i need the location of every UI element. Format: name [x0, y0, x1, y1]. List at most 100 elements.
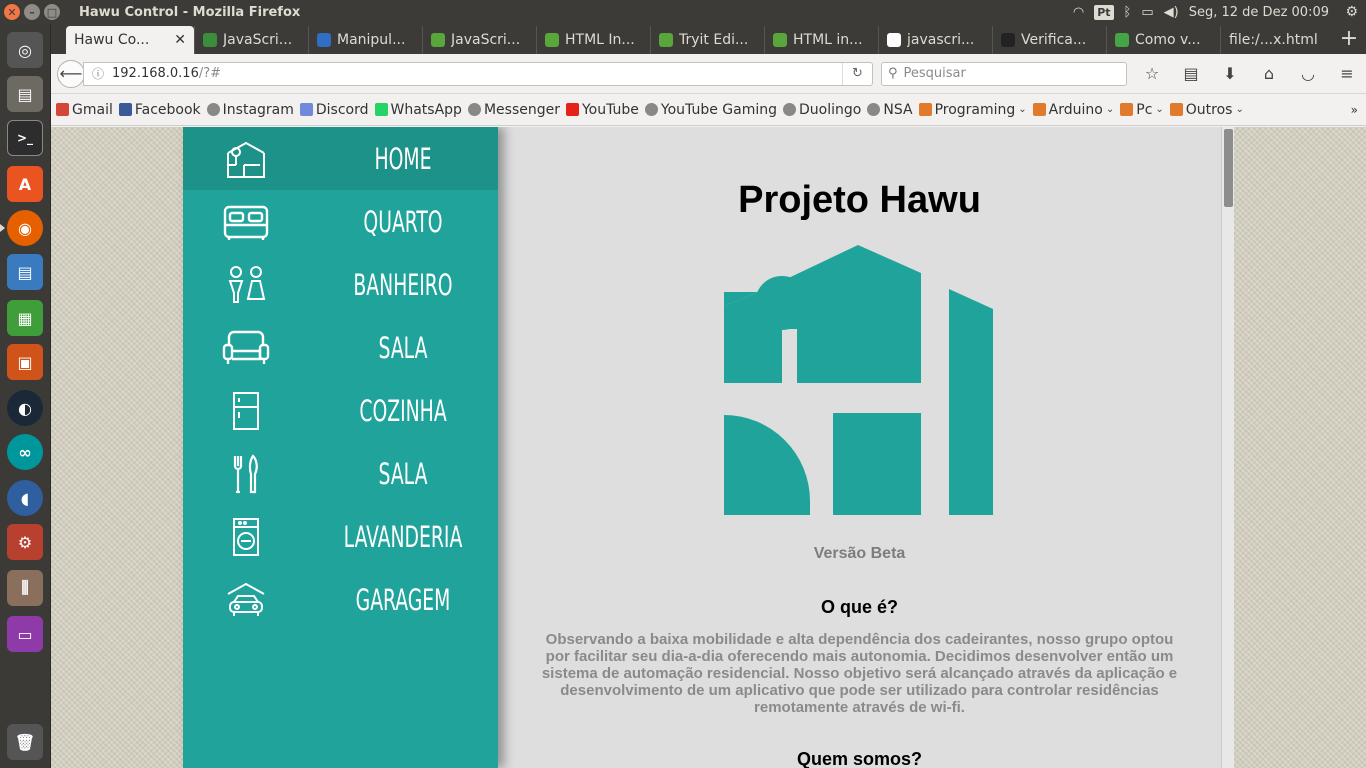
bookmark-folder[interactable]: Outros ⌄: [1169, 101, 1244, 118]
tab[interactable]: Manipul...: [308, 26, 422, 54]
bookmark-label: WhatsApp: [390, 101, 462, 118]
sidebar-item-lavanderia[interactable]: LAVANDERIA: [183, 505, 498, 568]
workspace-switcher-icon[interactable]: ▭: [7, 616, 43, 652]
keyboard-layout-indicator[interactable]: Pt: [1094, 4, 1114, 20]
tab[interactable]: file:/...x.html: [1220, 26, 1334, 54]
volume-icon[interactable]: ◀): [1164, 5, 1179, 20]
impress-icon[interactable]: ▣: [7, 344, 43, 380]
tab[interactable]: Como v...: [1106, 26, 1220, 54]
site-info-icon[interactable]: ⓘ: [92, 65, 104, 82]
tab-active[interactable]: Hawu Co... ✕: [66, 26, 194, 54]
dash-home-icon[interactable]: ◎: [7, 32, 43, 68]
window-title: Hawu Control - Mozilla Firefox: [79, 4, 301, 20]
bookmark-item[interactable]: Gmail: [56, 102, 113, 118]
bookmark-star-icon[interactable]: ☆: [1142, 64, 1162, 83]
software-center-icon[interactable]: A: [7, 166, 43, 202]
bookmark-label: Programing: [934, 101, 1016, 118]
settings-icon[interactable]: ⚙: [7, 524, 43, 560]
bookmark-label: NSA: [883, 101, 913, 118]
sidebar-item-quarto[interactable]: QUARTO: [183, 190, 498, 253]
bookmark-item[interactable]: NSA: [867, 101, 913, 118]
scrollbar-thumb[interactable]: [1224, 129, 1233, 207]
datetime-indicator[interactable]: Seg, 12 de Dez 00:09: [1189, 5, 1329, 20]
sidebar-item-label: SALA: [378, 456, 428, 491]
tab-favicon-icon: [1115, 33, 1129, 47]
menu-hamburger-icon[interactable]: ≡: [1337, 64, 1357, 83]
version-label: Versão Beta: [813, 545, 906, 562]
arduino-icon[interactable]: ∞: [7, 434, 43, 470]
fish-app-icon[interactable]: ◖: [7, 480, 43, 516]
sidebar-item-label: SALA: [378, 330, 428, 365]
search-icon: ⚲: [888, 66, 898, 81]
tab-label: file:/...x.html: [1229, 32, 1318, 48]
sidebar-item-sala[interactable]: SALA: [183, 442, 498, 505]
sofa-icon: [217, 326, 275, 370]
tab[interactable]: Verifica...: [992, 26, 1106, 54]
session-gear-icon[interactable]: ⚙: [1345, 4, 1358, 20]
tab-favicon-icon: [203, 33, 217, 47]
tab-favicon-icon: [1001, 33, 1015, 47]
tab[interactable]: JavaScri...: [194, 26, 308, 54]
bookmark-item[interactable]: WhatsApp: [374, 101, 462, 118]
sidebar-item-home[interactable]: HOME: [183, 127, 498, 190]
window-close-button[interactable]: ✕: [4, 4, 20, 20]
section-what-text: Observando a baixa mobilidade e alta dep…: [541, 631, 1178, 716]
wifi-icon[interactable]: ◠: [1073, 5, 1084, 20]
sidebar-item-banheiro[interactable]: BANHEIRO: [183, 253, 498, 316]
bookmark-label: Outros: [1185, 101, 1233, 118]
tab-close-icon[interactable]: ✕: [174, 32, 186, 48]
mixer-icon[interactable]: ⫼: [7, 570, 43, 606]
tab[interactable]: Tryit Edi...: [650, 26, 764, 54]
tab-favicon-icon: [773, 33, 787, 47]
bookmark-favicon-icon: [56, 103, 69, 116]
bookmark-folder[interactable]: Arduino ⌄: [1032, 102, 1114, 118]
bookmark-item[interactable]: Instagram: [206, 101, 294, 118]
home-button-icon[interactable]: ⌂: [1259, 64, 1279, 83]
tab-favicon-icon: [659, 33, 673, 47]
bookmark-item[interactable]: Messenger: [467, 102, 560, 118]
bookmark-item[interactable]: Discord: [299, 102, 369, 118]
reload-icon[interactable]: ↻: [842, 62, 872, 85]
tab-favicon-icon: [431, 33, 445, 47]
bookmarks-overflow-icon[interactable]: »: [1351, 103, 1358, 117]
bookmark-item[interactable]: YouTube Gaming: [644, 101, 778, 118]
reading-list-icon[interactable]: ▤: [1181, 64, 1201, 83]
bookmark-folder[interactable]: Pc ⌄: [1120, 102, 1164, 118]
bookmark-label: YouTube Gaming: [660, 101, 778, 118]
tab-label: HTML In...: [565, 32, 635, 48]
window-maximize-button[interactable]: □: [44, 4, 60, 20]
folder-icon: [1120, 103, 1134, 116]
battery-icon[interactable]: ▭: [1141, 5, 1153, 20]
back-button[interactable]: ⟵: [57, 59, 85, 88]
steam-icon[interactable]: ◐: [7, 390, 43, 426]
calc-icon[interactable]: ▦: [7, 300, 43, 336]
bookmark-folder[interactable]: Programing ⌄: [918, 101, 1027, 118]
tab[interactable]: HTML In...: [536, 26, 650, 54]
downloads-icon[interactable]: ⬇: [1220, 64, 1240, 83]
pocket-icon[interactable]: ◡: [1298, 64, 1318, 83]
bookmark-favicon-icon: [299, 103, 313, 116]
sidebar-item-cozinha[interactable]: COZINHA: [183, 379, 498, 442]
files-icon[interactable]: ▤: [7, 76, 43, 112]
window-minimize-button[interactable]: –: [24, 4, 40, 20]
writer-icon[interactable]: ▤: [7, 254, 43, 290]
sidebar-item-sala[interactable]: SALA: [183, 316, 498, 379]
tab-label: Hawu Co...: [74, 32, 150, 48]
terminal-icon[interactable]: >_: [7, 120, 43, 156]
firefox-icon[interactable]: ◉: [7, 210, 43, 246]
bookmark-label: Instagram: [222, 101, 294, 118]
search-input[interactable]: [903, 66, 1104, 81]
search-bar[interactable]: ⚲: [881, 61, 1127, 86]
bookmark-item[interactable]: Duolingo: [783, 102, 861, 118]
trash-icon[interactable]: 🗑: [7, 724, 43, 760]
bookmark-item[interactable]: YouTube: [565, 102, 639, 118]
url-bar[interactable]: ⓘ 192.168.0.16/?# ↻: [83, 61, 873, 86]
page-scrollbar[interactable]: [1221, 127, 1234, 768]
tab[interactable]: javascri...: [878, 26, 992, 54]
new-tab-button[interactable]: +: [1334, 26, 1364, 54]
bookmark-item[interactable]: Facebook: [118, 102, 201, 118]
tab[interactable]: JavaScri...: [422, 26, 536, 54]
bluetooth-icon[interactable]: ᛒ: [1124, 5, 1132, 20]
tab[interactable]: HTML in...: [764, 26, 878, 54]
sidebar-item-garagem[interactable]: GARAGEM: [183, 568, 498, 631]
